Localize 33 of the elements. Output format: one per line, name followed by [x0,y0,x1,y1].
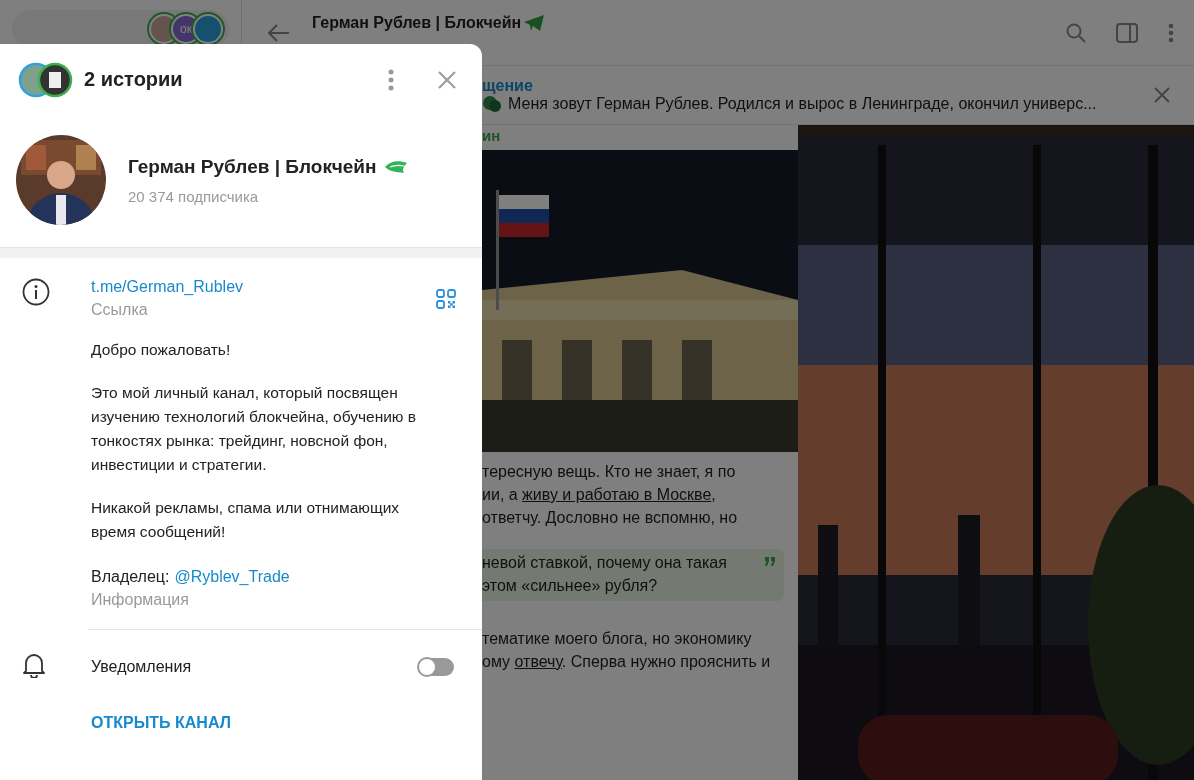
story-thumbnails-icon[interactable] [18,61,74,98]
author-name: ин [482,126,502,146]
message-text: тематике моего блога, но экономику ому отвечу. Сперва нужно прояснить и [482,629,772,672]
paper-plane-icon [523,13,546,32]
notifications-label: Уведомления [91,658,193,676]
owner-link[interactable]: @Ryblev_Trade [174,568,290,586]
description-text: Это мой личный канал, который посвящен изучению технологий блокчейна, обучению в тонкостях рынка: трейдинг, новсной фон, инвестиции и стратегии. [91,383,418,475]
text-link[interactable]: живу и работаю в Москве [522,486,712,503]
more-icon[interactable] [388,68,394,91]
quote-icon [764,557,776,567]
story-avatar[interactable] [193,14,223,44]
link-label: Ссылка [91,301,149,319]
info-label: Информация [91,591,190,609]
subscriber-count: 20 374 подписчика [128,187,260,205]
message-text: тересную вещь. Кто не знает, я по ии, а живу и работаю в Москве, ответчу. Дословно не вспомню, но [482,462,739,528]
notifications-toggle[interactable] [418,658,454,676]
channel-link[interactable]: t.me/German_Rublev [91,278,244,295]
bell-icon [22,652,46,678]
channel-name: Герман Рублев | Блокчейн [128,155,377,178]
chat-title: Герман Рублев | Блокчейн [312,13,522,32]
pinned-title: щение [482,77,534,95]
quote-block: невой ставкой, почему она такая этом «сильнее» рубля? [482,549,784,601]
info-icon [22,278,50,306]
book-icon [384,159,409,174]
open-channel-button[interactable]: ОТКРЫТЬ КАНАЛ [78,708,244,738]
chat-bubble-icon [482,95,502,113]
description-text: Никакой рекламы, спама или отнимающих время сообщений! [91,498,401,542]
stories-title: 2 истории [84,68,184,91]
pinned-message[interactable]: Меня зовут Герман Рублев. Родился и вырос в Ленинграде, окончил универс... [508,95,1097,113]
more-icon[interactable] [1168,22,1174,43]
description-text: Добро пожаловать! [91,340,232,360]
text-link[interactable]: отвечу [514,653,562,670]
owner-label: Владелец: [91,568,170,586]
